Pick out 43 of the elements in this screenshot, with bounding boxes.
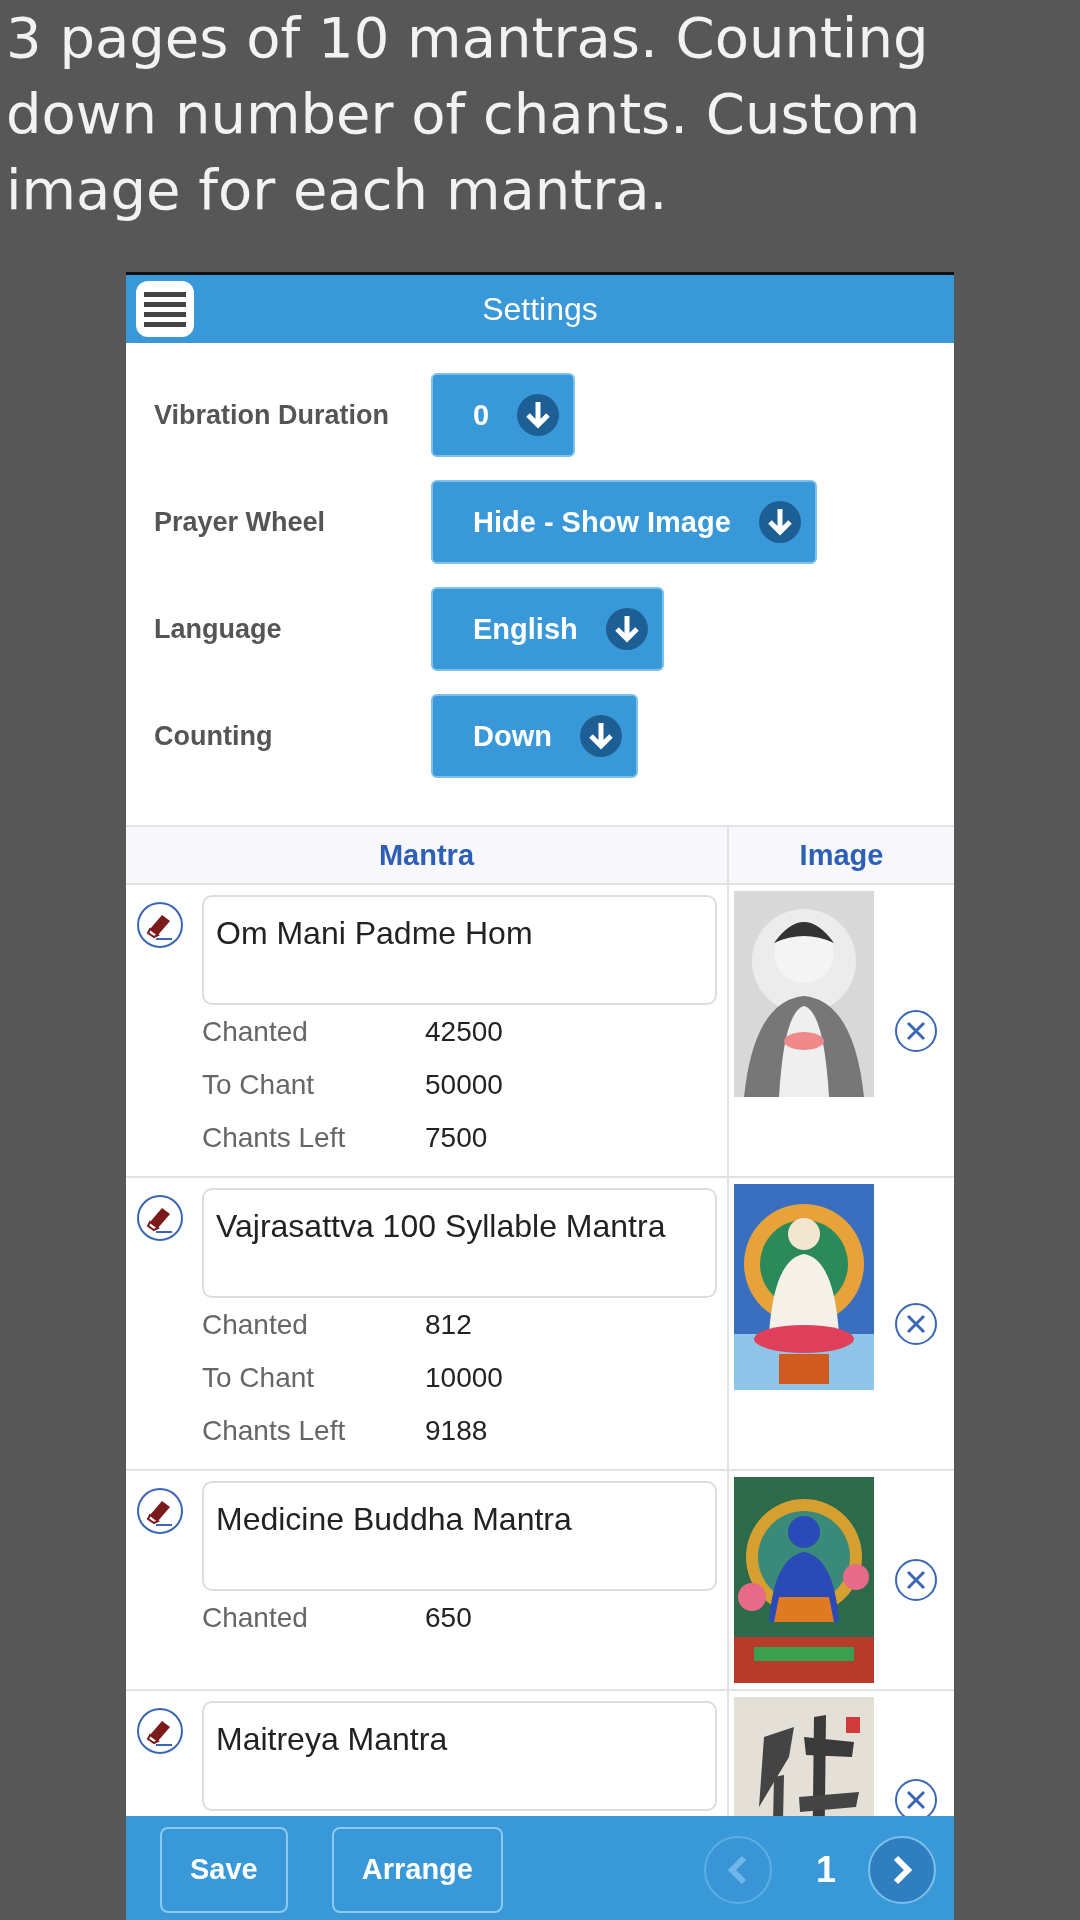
dropdown-button[interactable]: English	[431, 587, 664, 671]
dropdown-button[interactable]: Down	[431, 694, 638, 778]
setting-label: Vibration Duration	[154, 399, 390, 431]
setting-label: Language	[154, 613, 283, 645]
setting-label: Counting	[154, 720, 274, 752]
count-label: Chanted	[202, 1015, 309, 1048]
close-icon[interactable]	[894, 1778, 938, 1816]
close-icon[interactable]	[894, 1008, 938, 1053]
mantra-name-field[interactable]: Maitreya Mantra	[202, 1701, 717, 1811]
menu-button[interactable]	[136, 281, 194, 337]
column-header: Image	[798, 837, 885, 873]
count-value: 9188	[425, 1414, 488, 1447]
eraser-icon[interactable]	[136, 1487, 184, 1535]
count-value: 812	[425, 1308, 472, 1341]
mantra-name-field[interactable]: Om Mani Padme Hom	[202, 895, 717, 1005]
count-label: To Chant	[202, 1361, 316, 1394]
mantra-name-field[interactable]: Medicine Buddha Mantra	[202, 1481, 717, 1591]
close-icon[interactable]	[894, 1558, 938, 1602]
dropdown-button[interactable]: 0	[431, 373, 576, 457]
page-number: 1	[816, 1848, 838, 1891]
count-label: Chanted	[202, 1601, 309, 1634]
setting-label: Prayer Wheel	[154, 506, 327, 538]
dropdown-button[interactable]: Hide - Show Image	[431, 480, 817, 564]
close-icon[interactable]	[894, 1301, 938, 1346]
mantra-name-field[interactable]: Vajrasattva 100 Syllable Mantra	[202, 1188, 717, 1298]
count-label: Chants Left	[202, 1414, 347, 1447]
count-value: 50000	[425, 1068, 503, 1101]
count-value: 7500	[425, 1121, 488, 1154]
eraser-icon[interactable]	[136, 901, 184, 949]
column-header: Mantra	[126, 827, 729, 883]
footer-button[interactable]: Arrange	[331, 1826, 503, 1913]
count-label: To Chant	[202, 1068, 316, 1101]
count-value: 10000	[425, 1361, 503, 1394]
eraser-icon[interactable]	[136, 1707, 184, 1755]
screen-title: Settings	[482, 290, 598, 328]
caption-text: 3 pages of 10 mantras. Counting down number of chants. Custom image for each mantra.	[5, 4, 930, 224]
menu-icon	[144, 290, 186, 328]
eraser-icon[interactable]	[136, 1194, 184, 1242]
count-label: Chants Left	[202, 1121, 347, 1154]
count-value: 650	[425, 1601, 472, 1634]
count-label: Chanted	[202, 1308, 309, 1341]
footer-button[interactable]: Save	[160, 1826, 288, 1913]
count-value: 42500	[425, 1015, 503, 1048]
